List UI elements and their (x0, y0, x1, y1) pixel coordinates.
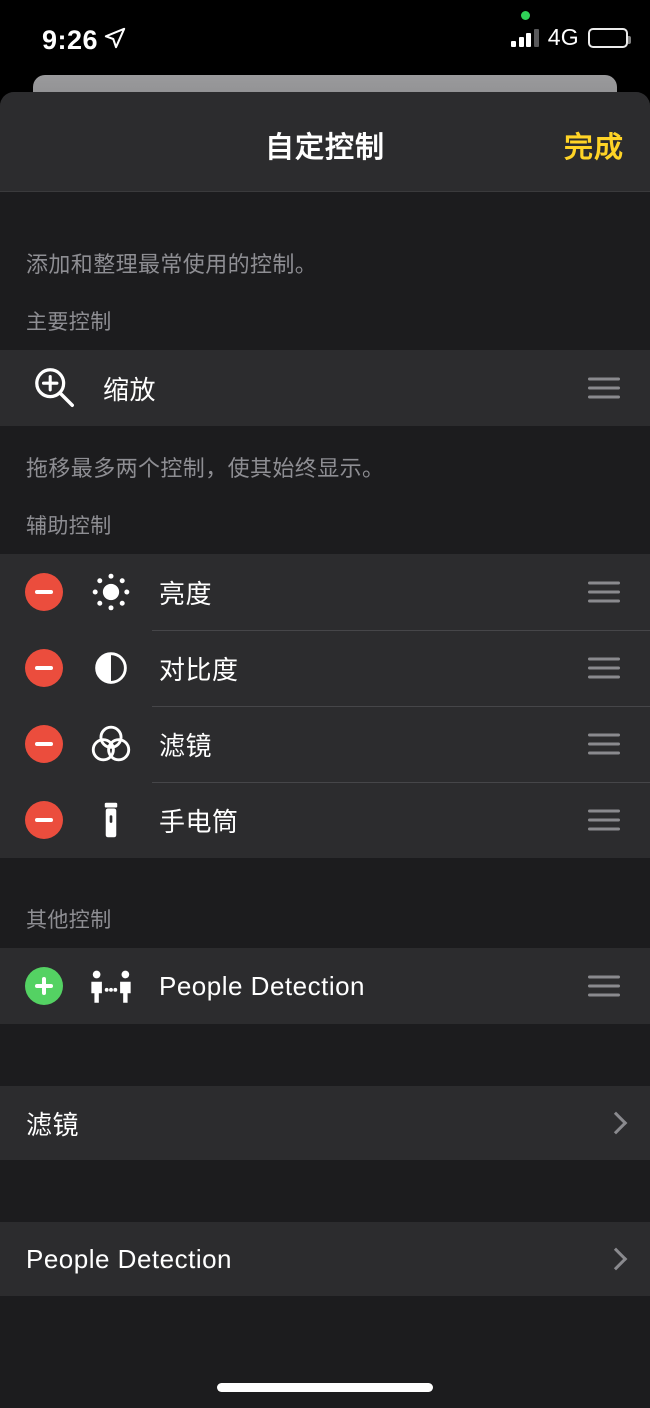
list-item-zoom[interactable]: 缩放 (0, 350, 650, 426)
list-item-brightness[interactable]: 亮度 (0, 554, 650, 630)
filters-settings-group: 滤镜 (0, 1086, 650, 1160)
reorder-handle[interactable] (588, 377, 620, 399)
chevron-right-icon (608, 1111, 622, 1135)
zoom-in-magnifier-icon (25, 361, 85, 415)
add-button[interactable] (25, 967, 63, 1005)
reorder-handle[interactable] (588, 733, 620, 755)
list-item-label: 对比度 (159, 654, 239, 685)
bottom-spacer (0, 1296, 650, 1368)
list-item-label: 手电筒 (159, 806, 239, 837)
network-type-label: 4G (547, 24, 579, 50)
custom-controls-sheet: 自定控制 完成 添加和整理最常使用的控制。 主要控制 缩放 拖移最多两个控制，使… (0, 92, 650, 1408)
remove-button[interactable] (25, 573, 63, 611)
people-detection-icon (81, 959, 141, 1013)
reorder-handle[interactable] (588, 657, 620, 679)
settings-row-filters[interactable]: 滤镜 (0, 1086, 650, 1160)
list-item-label: 滤镜 (159, 730, 213, 761)
navigation-bar: 自定控制 完成 (0, 92, 650, 192)
section-spacer (0, 1024, 650, 1086)
page-title: 自定控制 (264, 132, 385, 164)
list-item-label: 亮度 (159, 578, 213, 609)
primary-controls-group: 缩放 (0, 350, 650, 426)
reorder-handle[interactable] (588, 581, 620, 603)
status-bar: 9:26 4G (0, 0, 650, 72)
section-header-secondary: 辅助控制 (26, 515, 112, 538)
intro-footnote: 添加和整理最常使用的控制。 (26, 252, 318, 277)
status-bar-time: 9:26 (42, 25, 99, 55)
settings-row-label: 滤镜 (26, 1109, 80, 1140)
settings-row-label: People Detection (26, 1243, 233, 1274)
section-spacer (0, 858, 650, 904)
list-item-people-detection[interactable]: People Detection (0, 948, 650, 1024)
color-filters-icon (81, 717, 141, 771)
list-item-contrast[interactable]: 对比度 (0, 630, 650, 706)
brightness-icon (81, 565, 141, 619)
chevron-right-icon (608, 1247, 622, 1271)
remove-button[interactable] (25, 801, 63, 839)
contrast-icon (81, 641, 141, 695)
list-item-flashlight[interactable]: 手电筒 (0, 782, 650, 858)
section-header-primary: 主要控制 (26, 311, 112, 334)
reorder-handle[interactable] (588, 975, 620, 997)
other-controls-group: People Detection (0, 948, 650, 1024)
cellular-signal-icon (511, 28, 539, 47)
settings-row-people-detection[interactable]: People Detection (0, 1222, 650, 1296)
section-spacer (0, 1160, 650, 1222)
flashlight-icon (81, 793, 141, 847)
section-header-other: 其他控制 (26, 909, 112, 932)
reorder-handle[interactable] (588, 809, 620, 831)
list-item-label: People Detection (159, 970, 366, 1001)
secondary-controls-group: 亮度 对比度 滤镜 手电筒 (0, 554, 650, 858)
done-button[interactable]: 完成 (564, 124, 624, 166)
list-item-color-filters[interactable]: 滤镜 (0, 706, 650, 782)
green-recording-dot (521, 11, 530, 20)
primary-footnote: 拖移最多两个控制，使其始终显示。 (26, 456, 385, 481)
battery-icon (588, 27, 631, 48)
status-bar-right-cluster: 4G (511, 24, 631, 51)
settings-scroll-view[interactable]: 添加和整理最常使用的控制。 主要控制 缩放 拖移最多两个控制，使其始终显示。 辅… (0, 192, 650, 1408)
home-indicator[interactable] (217, 1383, 433, 1392)
people-detection-settings-group: People Detection (0, 1222, 650, 1296)
remove-button[interactable] (25, 649, 63, 687)
list-item-label: 缩放 (103, 374, 157, 405)
remove-button[interactable] (25, 725, 63, 763)
location-arrow-icon (104, 27, 126, 49)
